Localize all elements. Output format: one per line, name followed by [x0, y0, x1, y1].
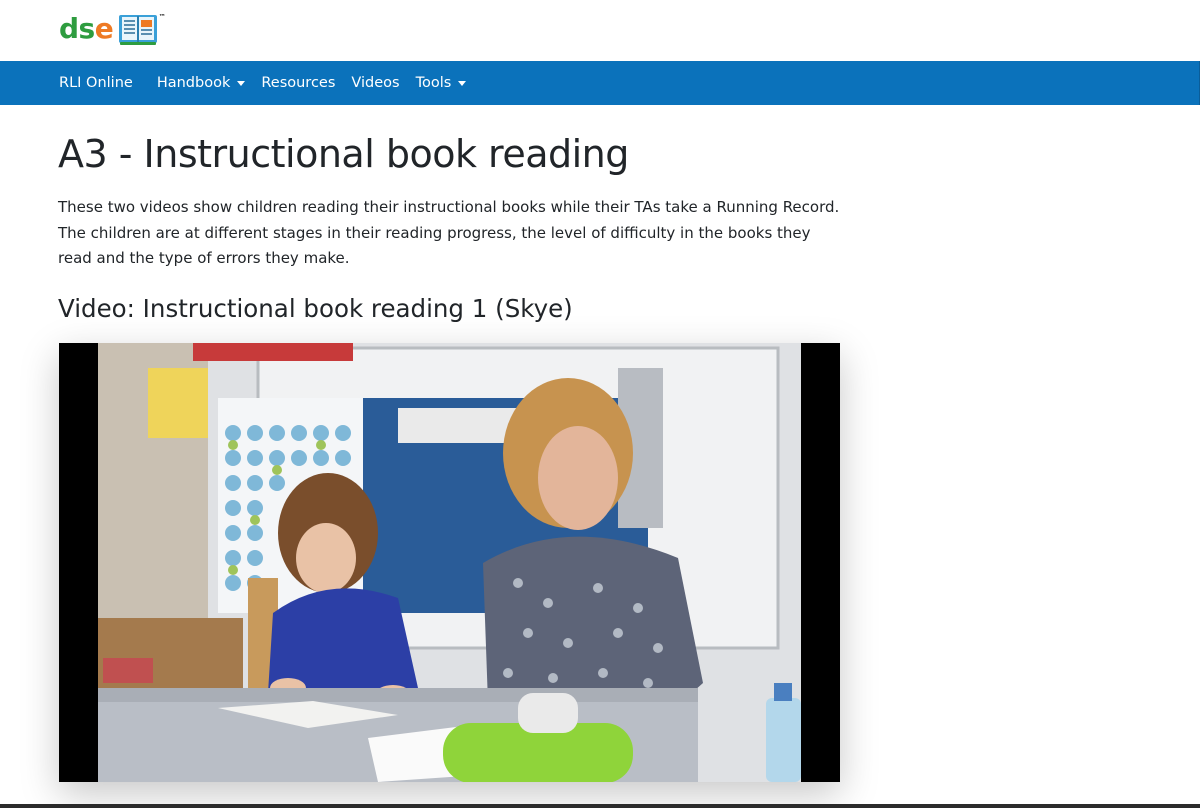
open-book-icon: [118, 15, 157, 45]
trademark-symbol: ™: [158, 13, 166, 21]
nav-item-label: Videos: [351, 75, 400, 91]
nav-item-tools[interactable]: Tools: [416, 75, 467, 91]
main-content: A3 - Instructional book reading These tw…: [0, 131, 848, 325]
logo-text-ds: ds: [59, 12, 95, 45]
caret-down-icon: [458, 81, 467, 86]
nav-brand-link[interactable]: RLI Online: [59, 75, 133, 91]
nav-item-label: Handbook: [156, 75, 231, 91]
nav-item-label: Resources: [261, 75, 336, 91]
nav-item-handbook[interactable]: Handbook: [157, 75, 246, 91]
page-title: A3 - Instructional book reading: [58, 132, 629, 176]
intro-paragraph: These two videos show children reading t…: [58, 198, 840, 267]
nav-item-videos[interactable]: Videos: [351, 75, 399, 91]
logo-text-e: e: [94, 12, 114, 45]
site-logo[interactable]: ds e ™: [59, 11, 166, 47]
bottom-border: [0, 804, 1200, 808]
video-frame: [98, 343, 801, 782]
nav-item-resources[interactable]: Resources: [261, 75, 335, 91]
site-header: ds e ™: [0, 0, 1200, 61]
video-heading: Video: Instructional book reading 1 (Sky…: [58, 293, 573, 323]
nav-item-label: Tools: [415, 75, 452, 91]
video-player[interactable]: [59, 343, 840, 782]
caret-down-icon: [237, 81, 246, 86]
main-navbar: RLI Online Handbook Resources Videos Too…: [0, 61, 1200, 105]
video-still-image: [98, 343, 801, 782]
